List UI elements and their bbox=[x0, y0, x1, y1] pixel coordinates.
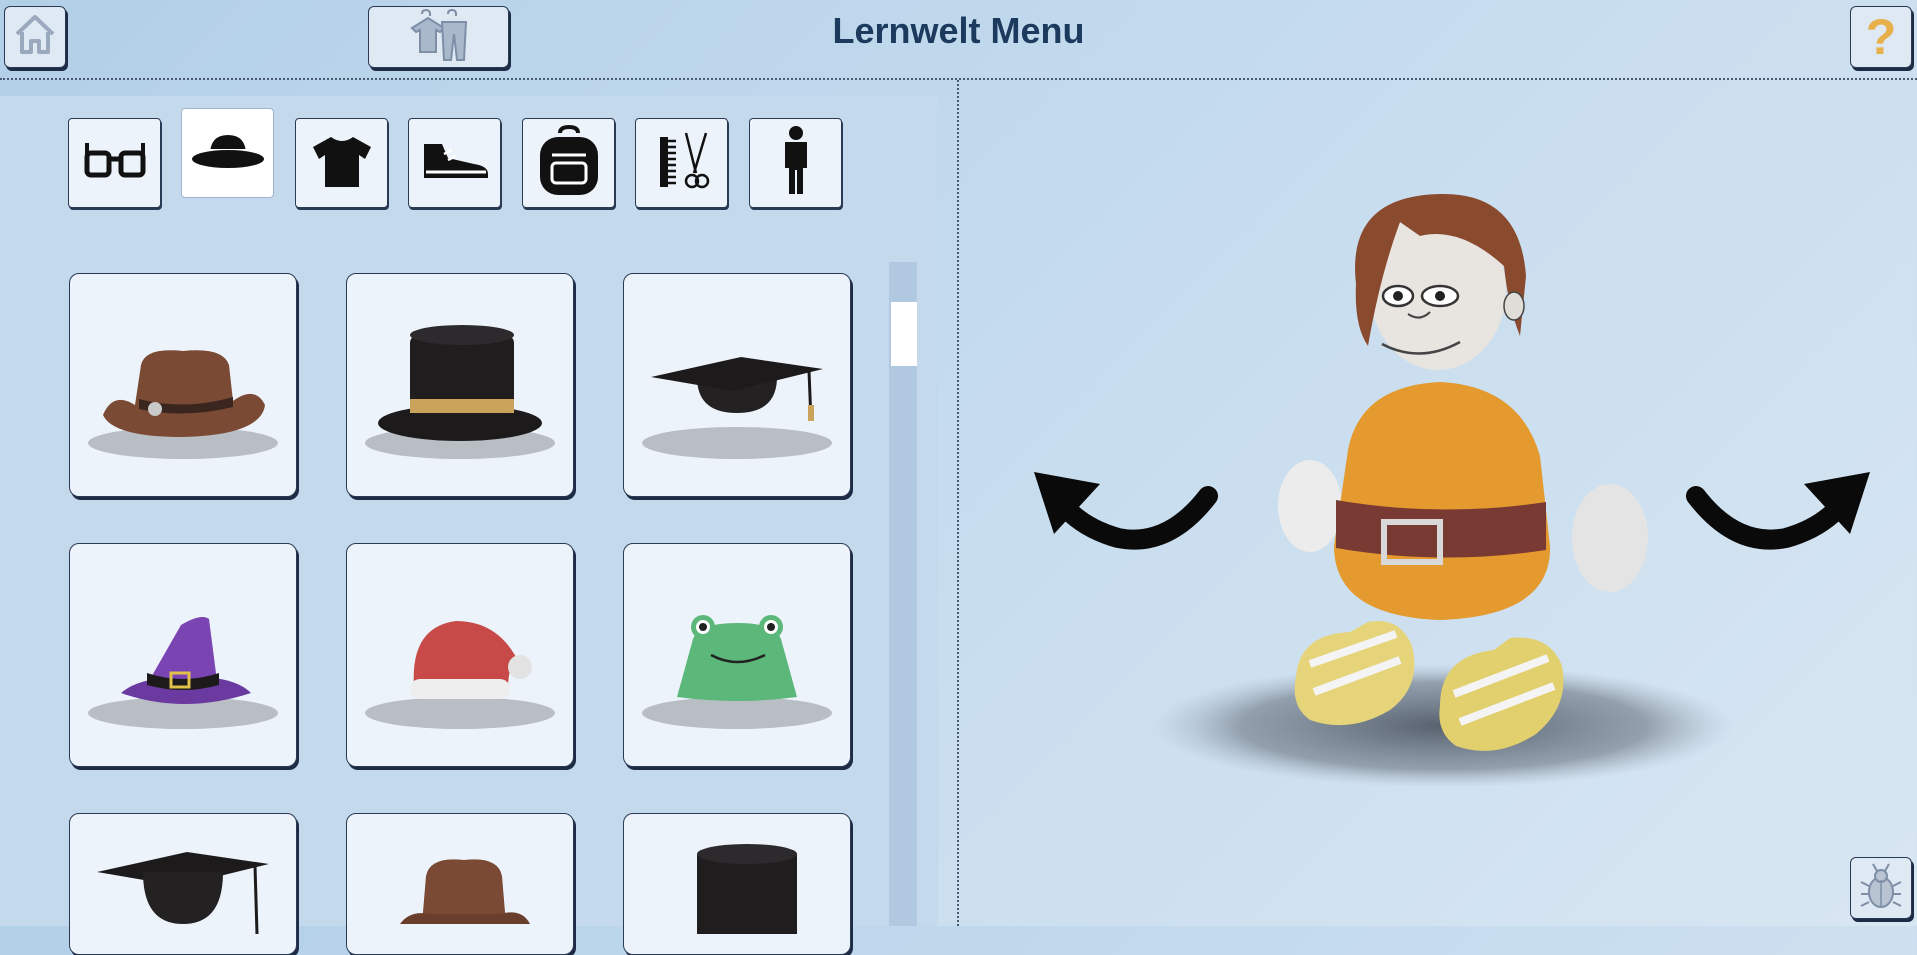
avatar-preview[interactable] bbox=[1100, 186, 1800, 791]
item-graduation-cap[interactable] bbox=[69, 813, 297, 955]
graduation-cap-icon bbox=[642, 357, 832, 459]
witch-hat-icon bbox=[88, 617, 278, 729]
item-cowboy-hat[interactable] bbox=[346, 813, 574, 955]
item-top-hat[interactable] bbox=[623, 813, 851, 955]
tab-backpacks[interactable] bbox=[522, 118, 615, 208]
hat-icon bbox=[188, 127, 268, 180]
item-panel bbox=[0, 96, 938, 926]
tab-shoes[interactable] bbox=[408, 118, 501, 208]
backpack-icon bbox=[534, 124, 604, 202]
cowboy-hat-icon bbox=[400, 859, 530, 924]
graduation-cap-icon bbox=[97, 852, 269, 934]
comb-scissors-icon bbox=[654, 131, 710, 196]
scrollbar-thumb[interactable] bbox=[891, 302, 917, 366]
tshirt-icon bbox=[311, 133, 373, 194]
tab-shirts[interactable] bbox=[295, 118, 388, 208]
glasses-icon bbox=[83, 139, 147, 188]
frog-hat-icon bbox=[642, 615, 832, 729]
person-icon bbox=[779, 125, 813, 201]
item-graduation-cap[interactable] bbox=[623, 273, 851, 497]
top-hat-icon bbox=[697, 844, 797, 934]
tab-hairstyles[interactable] bbox=[635, 118, 728, 208]
item-top-hat[interactable] bbox=[346, 273, 574, 497]
shoe-icon bbox=[418, 138, 492, 189]
tab-hats[interactable] bbox=[181, 108, 274, 198]
top-hat-icon bbox=[365, 325, 555, 459]
santa-hat-icon bbox=[365, 621, 555, 729]
debug-button[interactable] bbox=[1850, 857, 1912, 919]
help-button[interactable]: ? bbox=[1850, 6, 1912, 68]
tab-glasses[interactable] bbox=[68, 118, 161, 208]
page-title: Lernwelt Menu bbox=[832, 10, 1085, 51]
question-mark-icon: ? bbox=[1865, 9, 1897, 65]
item-frog-bucket-hat[interactable] bbox=[623, 543, 851, 767]
bug-icon bbox=[1857, 862, 1905, 915]
tab-body[interactable] bbox=[749, 118, 842, 208]
cowboy-hat-icon bbox=[88, 350, 278, 459]
panel-divider bbox=[957, 80, 959, 926]
item-cowboy-hat[interactable] bbox=[69, 273, 297, 497]
item-santa-hat[interactable] bbox=[346, 543, 574, 767]
item-witch-hat[interactable] bbox=[69, 543, 297, 767]
